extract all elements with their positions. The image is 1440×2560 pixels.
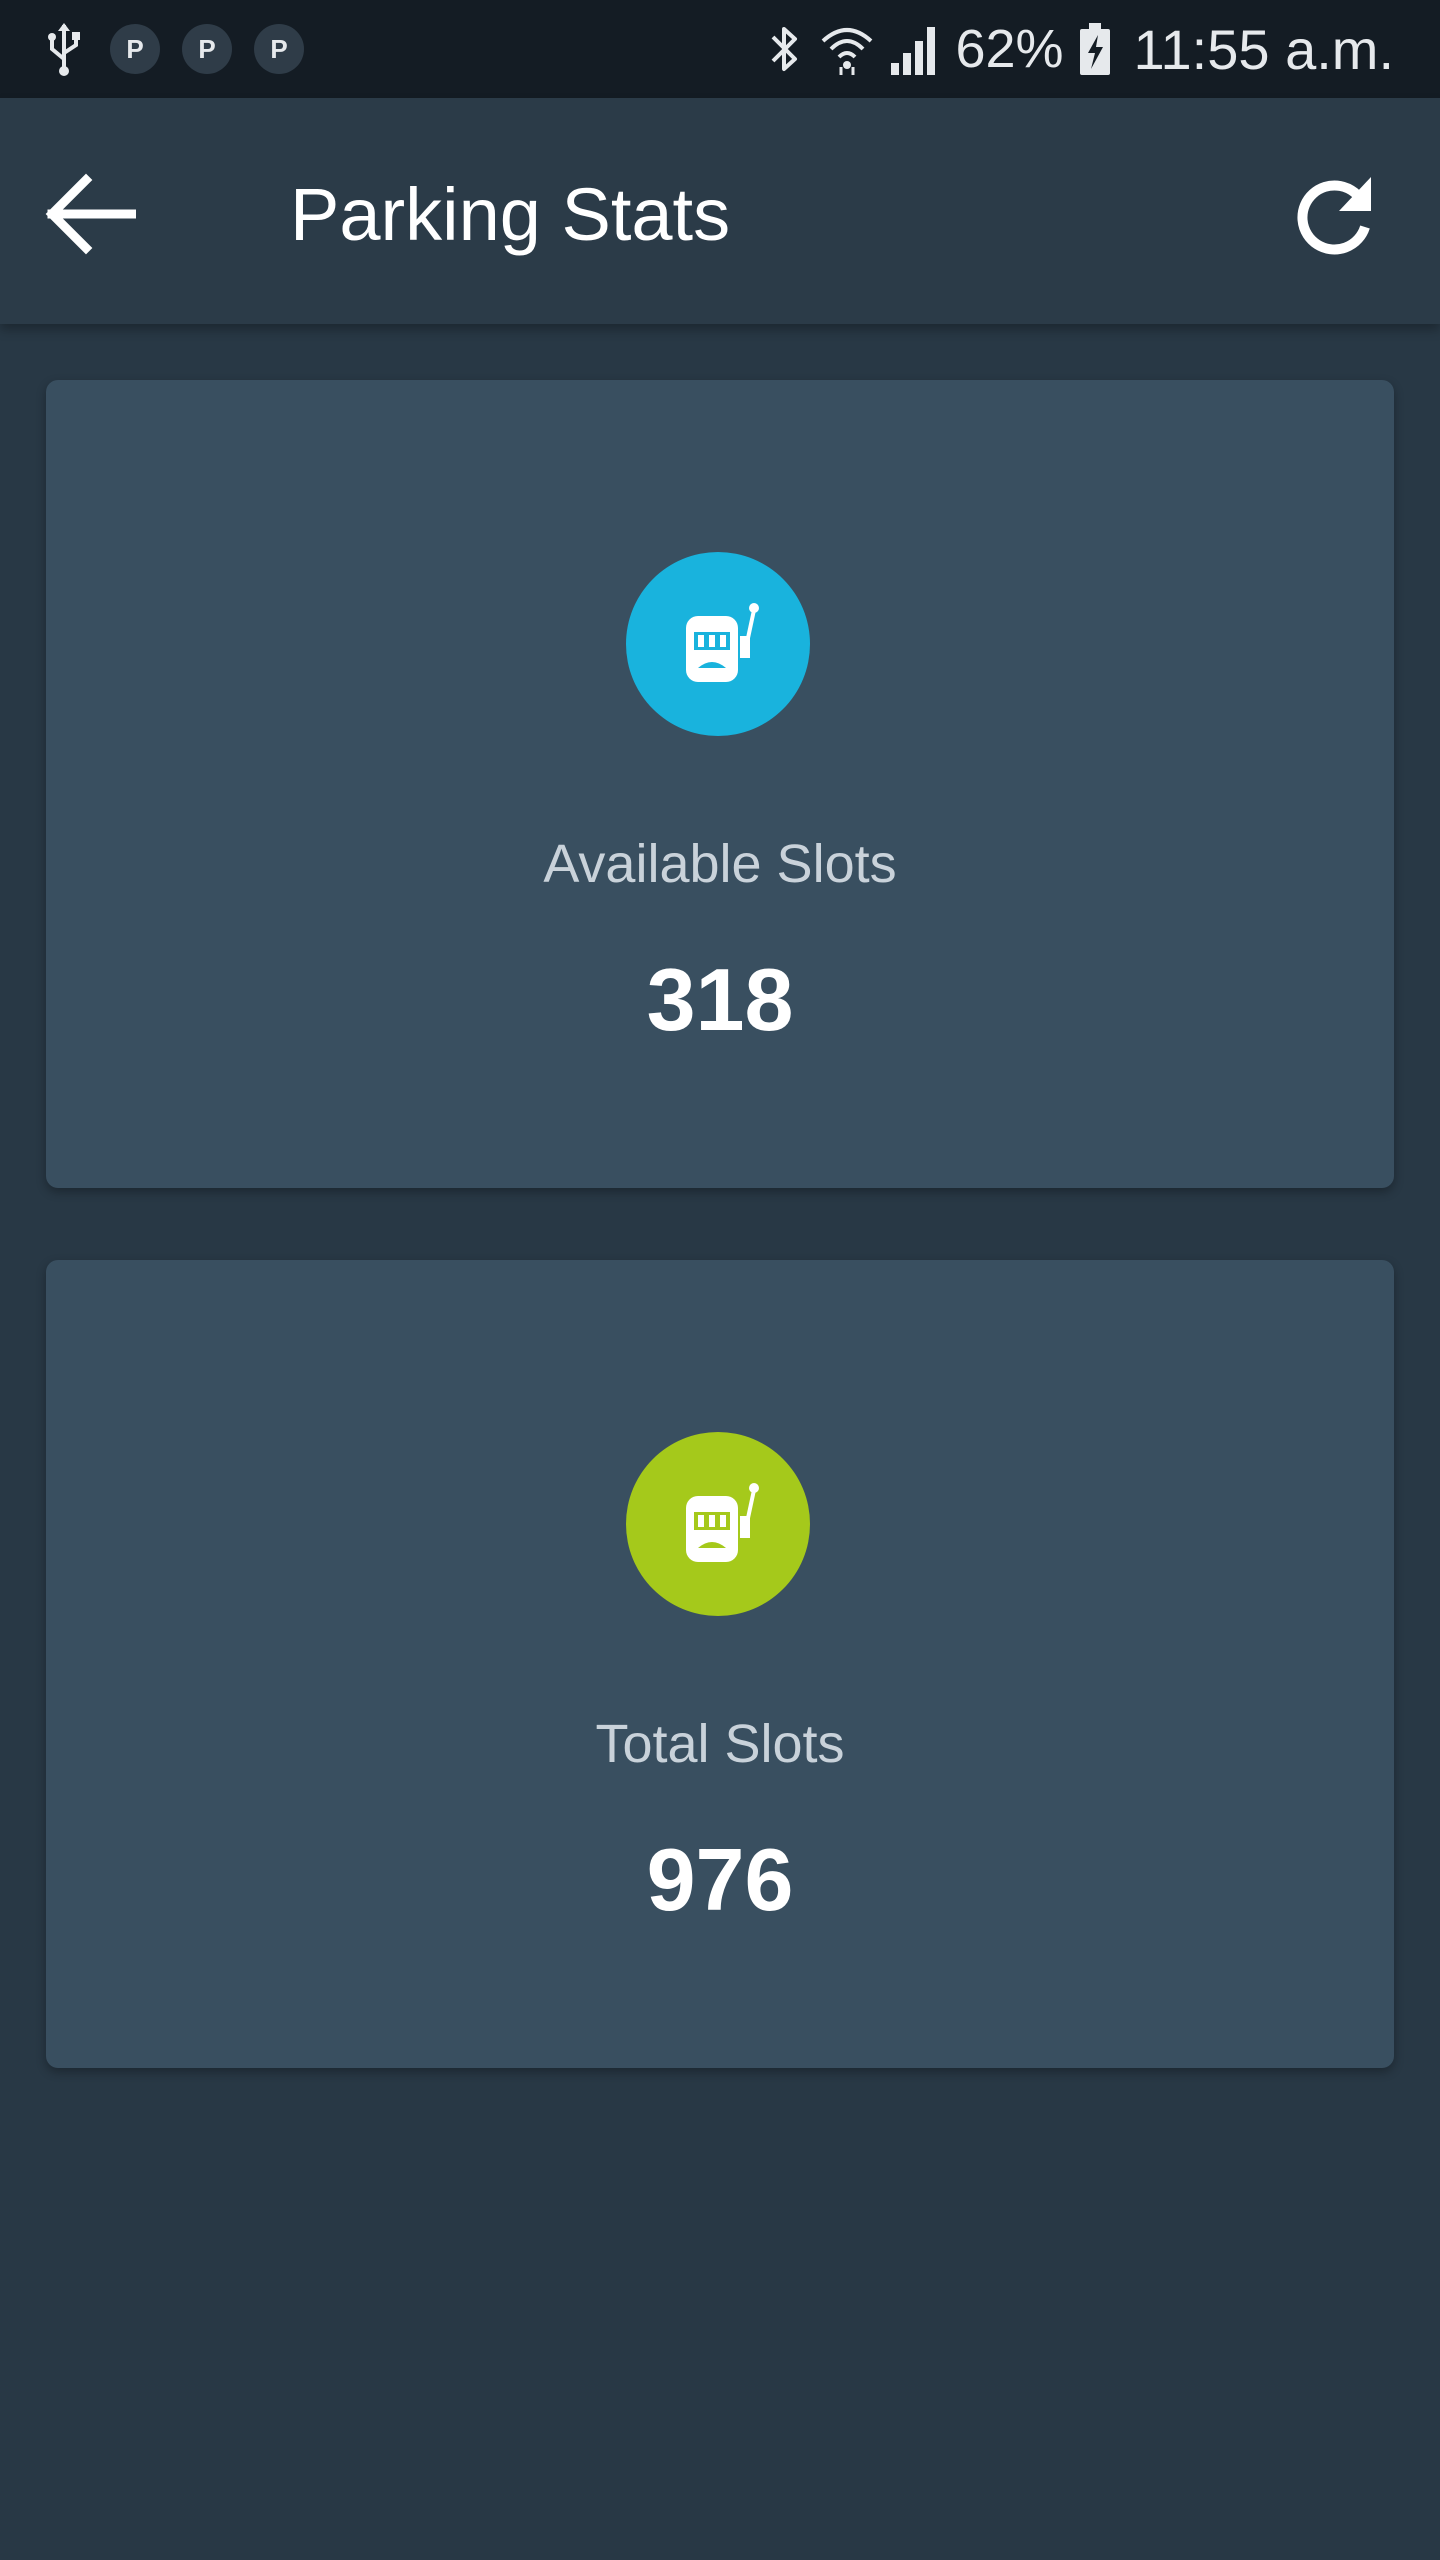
usb-icon	[48, 23, 80, 76]
parking-notification-icon: P	[254, 24, 304, 74]
notification-area: P P P	[40, 18, 326, 80]
total-slots-icon-circle	[626, 1432, 810, 1616]
bluetooth-icon	[772, 27, 798, 71]
total-slots-label: Total Slots	[595, 1714, 845, 1774]
parking-notification-icon: P	[182, 24, 232, 74]
total-slots-value: 976	[646, 1830, 794, 1929]
wifi-icon	[822, 28, 873, 75]
available-slots-card: Available Slots 318	[46, 380, 1394, 1188]
battery-percent: 62%	[955, 19, 1064, 79]
signal-icon	[891, 27, 936, 75]
refresh-icon	[1297, 177, 1371, 255]
parking-notification-icon: P	[110, 24, 160, 74]
arrow-back-icon	[45, 173, 136, 255]
page-title: Parking Stats	[290, 173, 731, 256]
slot-machine-icon	[686, 1483, 759, 1562]
status-bar: P P P 62% 11:55 a.m.	[0, 0, 1440, 98]
total-slots-card: Total Slots 976	[46, 1260, 1394, 2068]
app-bar: Parking Stats	[0, 98, 1440, 324]
slot-machine-icon	[686, 603, 759, 682]
available-slots-value: 318	[646, 950, 794, 1049]
available-slots-icon-circle	[626, 552, 810, 736]
system-tray: 62% 11:55 a.m.	[751, 16, 1394, 82]
back-button[interactable]	[40, 164, 140, 264]
refresh-button[interactable]	[1280, 160, 1390, 270]
available-slots-label: Available Slots	[543, 834, 897, 894]
battery-charging-icon	[1079, 23, 1110, 75]
clock: 11:55 a.m.	[1133, 17, 1394, 81]
